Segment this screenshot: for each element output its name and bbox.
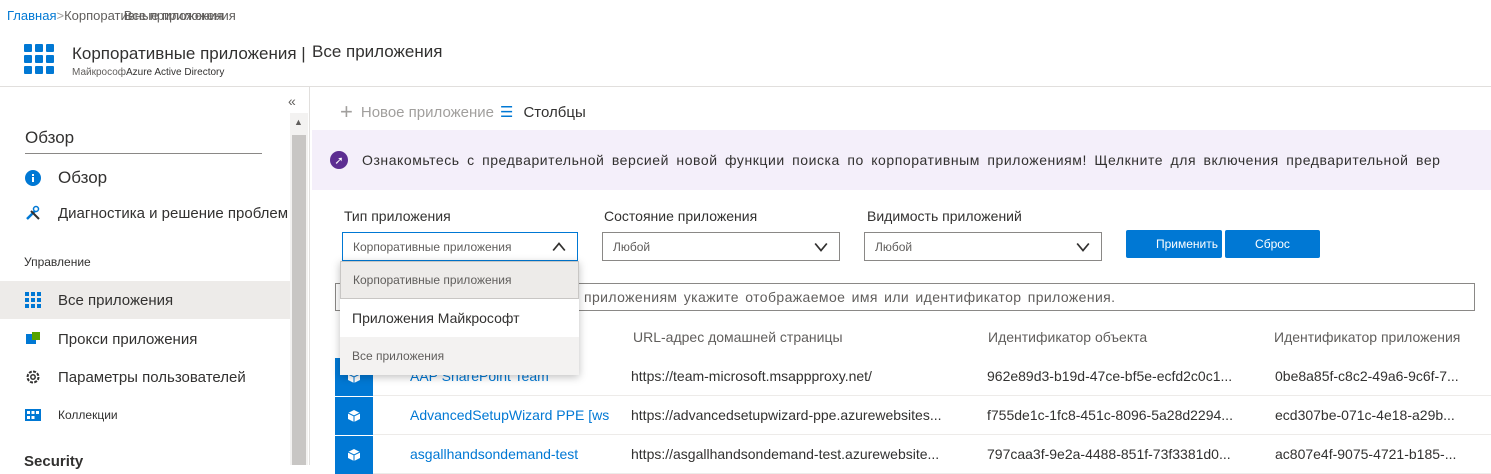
- table-row[interactable]: asgallhandsondemand-test https://asgallh…: [335, 436, 1491, 474]
- table-row[interactable]: AdvancedSetupWizard PPE [ws https://adva…: [335, 397, 1491, 435]
- sidebar-item-app-proxy[interactable]: Прокси приложения: [0, 320, 290, 358]
- breadcrumb-separator: >: [56, 8, 65, 23]
- collapse-sidebar-icon[interactable]: «: [288, 93, 296, 109]
- column-header-object-id[interactable]: Идентификатор объекта: [988, 329, 1147, 345]
- object-id-cell: 797caa3f-9e2a-4488-851f-73f3381d0...: [987, 446, 1231, 462]
- columns-label: Столбцы: [523, 103, 586, 121]
- visibility-select[interactable]: Любой: [864, 232, 1102, 261]
- sidebar-item-diagnose[interactable]: Диагностика и решение проблем: [0, 194, 290, 232]
- sidebar-section-title: Обзор: [25, 128, 75, 147]
- page-subtitle: МайкрософAzure Active Directory: [72, 67, 224, 78]
- sidebar-item-all-apps[interactable]: Все приложения: [0, 281, 290, 319]
- dropdown-option-microsoft-apps[interactable]: Приложения Майкрософт: [340, 299, 579, 337]
- app-id-cell: ecd307be-071c-4e18-a29b...: [1275, 407, 1455, 423]
- sidebar-item-overview[interactable]: Обзор: [0, 159, 290, 197]
- homepage-url-cell: https://advancedsetupwizard-ppe.azureweb…: [631, 407, 942, 423]
- app-type-select[interactable]: Корпоративные приложения: [342, 232, 578, 261]
- app-name-link[interactable]: asgallhandsondemand-test: [410, 446, 620, 462]
- app-type-value: Корпоративные приложения: [353, 239, 512, 254]
- reset-button[interactable]: Сброс: [1225, 230, 1320, 258]
- object-id-cell: f755de1c-1fc8-451c-8096-5a28d2294...: [987, 407, 1233, 423]
- new-application-button[interactable]: + Новое приложение: [340, 99, 494, 125]
- breadcrumb-home-link[interactable]: Главная: [7, 8, 56, 23]
- columns-button[interactable]: ☰ Столбцы: [500, 103, 586, 122]
- chevron-down-icon: [1076, 242, 1090, 252]
- sidebar-item-label: Коллекции: [58, 408, 118, 422]
- apply-button[interactable]: Применить: [1126, 230, 1222, 258]
- subtitle-org: Майкрософ: [72, 67, 126, 78]
- sidebar-group-security: Security: [24, 453, 84, 470]
- sidebar: « ▲ Обзор Обзор Диагностика и решение пр…: [0, 87, 310, 470]
- sidebar-item-label: Диагностика и решение проблем: [58, 204, 289, 222]
- object-id-cell: 962e89d3-b19d-47ce-bf5e-ecfd2c0c1...: [987, 368, 1233, 384]
- app-id-cell: 0be8a85f-c8c2-49a6-9c6f-7...: [1275, 368, 1459, 384]
- sidebar-item-user-settings[interactable]: Параметры пользователей: [0, 358, 290, 396]
- visibility-value: Любой: [875, 239, 913, 254]
- rocket-icon: ➚: [330, 151, 348, 169]
- wrench-icon: [24, 204, 42, 222]
- app-state-label: Состояние приложения: [604, 208, 758, 224]
- grid-icon: [24, 291, 42, 309]
- proxy-icon: [24, 330, 42, 348]
- app-state-value: Любой: [613, 239, 651, 254]
- sidebar-section-divider: [25, 153, 262, 154]
- subtitle-service: Azure Active Directory: [126, 67, 225, 78]
- banner-text: Ознакомьтесь с предварительной версией н…: [362, 152, 1441, 168]
- scroll-up-arrow-icon[interactable]: ▲: [294, 117, 303, 127]
- command-bar: + Новое приложение ☰ Столбцы: [340, 99, 586, 125]
- app-cube-icon: [335, 436, 373, 474]
- app-cube-icon: [335, 397, 373, 435]
- collections-icon: [24, 406, 42, 424]
- breadcrumb-current: Все приложения: [123, 8, 224, 23]
- sidebar-group-manage: Управление: [24, 255, 91, 269]
- app-type-dropdown-menu: Корпоративные приложения Приложения Майк…: [340, 261, 579, 375]
- app-state-select[interactable]: Любой: [602, 232, 840, 261]
- sidebar-item-label: Обзор: [58, 168, 108, 187]
- homepage-url-cell: https://team-microsoft.msappproxy.net/: [631, 368, 872, 384]
- page-title-current: Все приложения: [312, 42, 443, 61]
- plus-icon: +: [340, 99, 353, 124]
- columns-icon: ☰: [500, 104, 514, 121]
- dropdown-option-all-apps[interactable]: Все приложения: [340, 337, 579, 375]
- app-name-link[interactable]: AdvancedSetupWizard PPE [ws: [410, 407, 620, 423]
- enterprise-apps-grid-icon: [24, 44, 56, 76]
- page-title: Корпоративные приложения |: [72, 44, 306, 63]
- sidebar-item-collections[interactable]: Коллекции: [0, 396, 290, 434]
- preview-banner[interactable]: ➚ Ознакомьтесь с предварительной версией…: [312, 130, 1491, 190]
- visibility-label: Видимость приложений: [867, 208, 1022, 224]
- info-icon: [24, 169, 42, 187]
- sidebar-item-label: Все приложения: [58, 291, 174, 309]
- column-header-app-id[interactable]: Идентификатор приложения: [1274, 329, 1460, 345]
- sidebar-item-label: Параметры пользователей: [58, 368, 246, 386]
- chevron-down-icon: [814, 242, 828, 252]
- breadcrumb: Главная>Корпоративные приложенияВсе прил…: [7, 8, 236, 23]
- app-id-cell: ac807e4f-9075-4721-b185-...: [1275, 446, 1457, 462]
- gear-icon: [24, 368, 42, 386]
- new-application-label: Новое приложение: [360, 103, 495, 121]
- homepage-url-cell: https://asgallhandsondemand-test.azurewe…: [631, 446, 940, 462]
- column-header-homepage-url[interactable]: URL-адрес домашней страницы: [633, 329, 843, 345]
- sidebar-scrollbar[interactable]: ▲: [290, 113, 308, 465]
- scrollbar-thumb[interactable]: [292, 135, 306, 465]
- app-type-label: Тип приложения: [344, 208, 451, 224]
- sidebar-item-label: Прокси приложения: [58, 330, 198, 348]
- dropdown-option-enterprise-apps[interactable]: Корпоративные приложения: [340, 261, 579, 299]
- chevron-up-icon: [552, 242, 566, 252]
- page-header: Корпоративные приложения | Все приложени…: [0, 34, 1491, 86]
